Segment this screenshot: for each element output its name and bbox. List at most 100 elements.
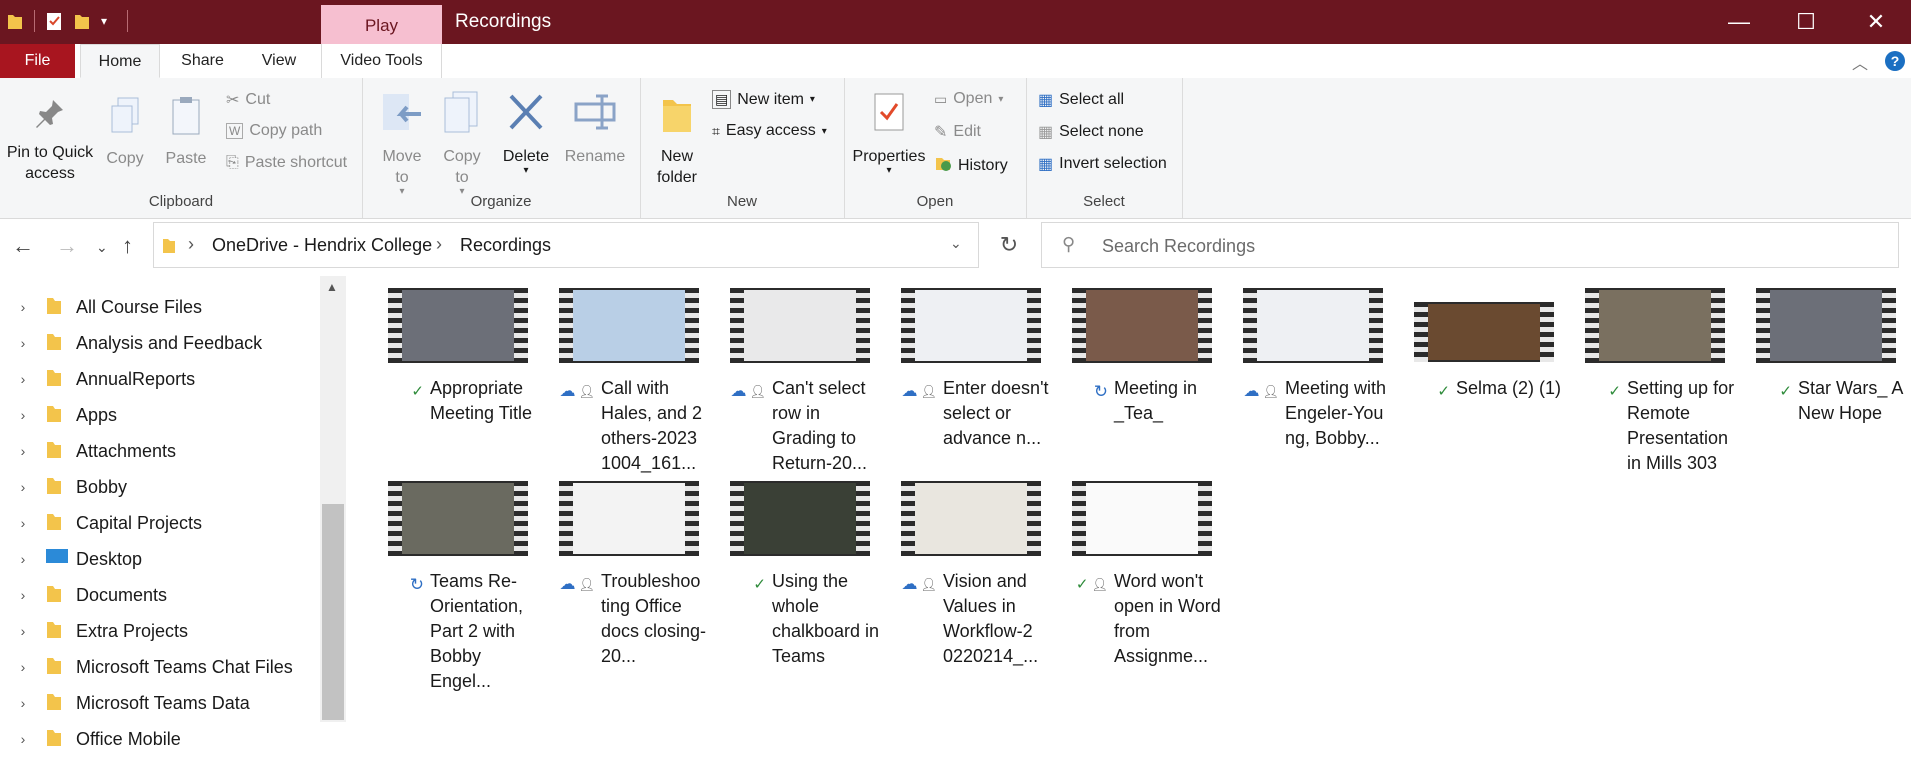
new-item-button[interactable]: ▤ New item ▾ — [712, 90, 815, 109]
invert-selection-button[interactable]: ▦ Invert selection — [1038, 154, 1167, 174]
nav-item[interactable]: › AnnualReports — [0, 361, 320, 397]
nav-item[interactable]: › Capital Projects — [0, 505, 320, 541]
nav-item[interactable]: › Analysis and Feedback — [0, 325, 320, 361]
open-button[interactable]: ▭ Open ▾ — [934, 90, 1003, 108]
file-tile[interactable]: ✓ Setting up for Remote Presentation in M… — [1571, 288, 1737, 473]
properties-check-icon[interactable] — [45, 11, 63, 31]
file-name: Selma (2) (1) — [1456, 378, 1562, 398]
tab-share[interactable]: Share — [170, 44, 235, 78]
file-tile[interactable]: ✓ Star Wars_ A New Hope — [1742, 288, 1908, 473]
paste-button[interactable]: Paste — [160, 96, 212, 169]
rename-button[interactable]: Rename — [562, 90, 628, 167]
nav-item[interactable]: › Desktop — [0, 541, 320, 577]
file-tile[interactable]: ☁ 👤︎ Meeting with Engeler-You ng, Bobby... — [1229, 288, 1395, 473]
expand-chevron-icon[interactable]: › — [0, 299, 46, 315]
expand-chevron-icon[interactable]: › — [0, 587, 46, 603]
video-frame — [1428, 304, 1540, 360]
status-icons: ✓ — [722, 569, 772, 669]
navigation-pane: › All Course Files › Analysis and Feedback ›… — [0, 276, 348, 749]
tab-video-tools[interactable]: Video Tools — [321, 44, 442, 78]
copy-button[interactable]: Copy — [100, 96, 150, 169]
customize-qat-icon[interactable]: ▾ — [101, 14, 107, 28]
expand-chevron-icon[interactable]: › — [0, 659, 46, 675]
tab-play-context[interactable]: Play — [321, 5, 442, 44]
breadcrumb-onedrive[interactable]: OneDrive - Hendrix College — [212, 235, 432, 256]
back-arrow-icon[interactable]: ← — [12, 233, 34, 259]
file-tile[interactable]: ✓ Selma (2) (1) — [1400, 288, 1566, 473]
expand-chevron-icon[interactable]: › — [0, 335, 46, 351]
forward-arrow-icon[interactable]: → — [56, 233, 78, 259]
file-tile[interactable]: ✓ 👤︎ Word won't open in Word from Assignme… — [1058, 481, 1224, 666]
file-tile[interactable]: ↻ Meeting in _Tea_ — [1058, 288, 1224, 473]
nav-item[interactable]: › Office Mobile — [0, 721, 320, 757]
file-label: ✓ Star Wars_ A New Hope — [1748, 376, 1908, 426]
video-thumbnail — [559, 288, 699, 363]
nav-item[interactable]: › Apps — [0, 397, 320, 433]
expand-chevron-icon[interactable]: › — [0, 731, 46, 747]
maximize-button[interactable]: ☐ — [1771, 0, 1841, 44]
expand-chevron-icon[interactable]: › — [0, 623, 46, 639]
collapse-ribbon-icon[interactable]: ︿ — [1852, 50, 1868, 74]
select-none-button[interactable]: ▦ Select none — [1038, 122, 1144, 142]
tab-file[interactable]: File — [0, 44, 75, 78]
copy-path-button[interactable]: W Copy path — [226, 122, 322, 140]
edit-button[interactable]: ✎ Edit — [934, 122, 981, 142]
file-tile[interactable]: ☁ 👤︎ Troubleshoo ting Office docs closing-… — [545, 481, 711, 666]
delete-button[interactable]: Delete ▾ — [496, 90, 556, 176]
easy-access-button[interactable]: ⌗ Easy access ▾ — [712, 122, 827, 140]
close-button[interactable]: ✕ — [1841, 0, 1911, 44]
refresh-icon[interactable]: ↻ — [986, 222, 1032, 268]
expand-chevron-icon[interactable]: › — [0, 515, 46, 531]
nav-scrollbar[interactable]: ▲ — [320, 276, 346, 722]
nav-item[interactable]: › All Course Files — [0, 289, 320, 325]
properties-button[interactable]: Properties ▾ — [852, 90, 926, 176]
nav-item[interactable]: › Bobby — [0, 469, 320, 505]
expand-chevron-icon[interactable]: › — [0, 695, 46, 711]
nav-item[interactable]: › Attachments — [0, 433, 320, 469]
search-input[interactable]: ⚲ Search Recordings — [1041, 222, 1899, 268]
expand-chevron-icon[interactable]: › — [0, 551, 46, 567]
status-icons: ↻ — [1064, 376, 1114, 426]
expand-chevron-icon[interactable]: › — [0, 479, 46, 495]
copy-to-button[interactable]: Copy to ▾ — [436, 90, 488, 197]
file-tile[interactable]: ☁ 👤︎ Vision and Values in Workflow-2 02202… — [887, 481, 1053, 666]
recent-locations-icon[interactable]: ⌄ — [96, 239, 108, 256]
nav-item[interactable]: › Microsoft Teams Data — [0, 685, 320, 721]
file-name: Using the whole chalkboard in Teams — [772, 571, 880, 666]
move-to-button[interactable]: Move to ▾ — [376, 90, 428, 197]
scrollbar-thumb[interactable] — [322, 504, 344, 720]
nav-item[interactable]: › Documents — [0, 577, 320, 613]
file-tile[interactable]: ☁ 👤︎ Call with Hales, and 2 others-2023 10… — [545, 288, 711, 473]
address-dropdown-icon[interactable]: ⌄ — [950, 235, 962, 252]
easy-access-label: Easy access — [725, 122, 816, 139]
shared-person-icon: 👤︎ — [749, 384, 766, 399]
breadcrumb-recordings[interactable]: Recordings — [460, 235, 551, 256]
pin-to-quick-access-button[interactable]: Pin to Quick access — [4, 96, 96, 184]
new-folder-button[interactable]: New folder — [652, 90, 702, 188]
clipboard-group-label: Clipboard — [148, 193, 214, 210]
tab-view[interactable]: View — [248, 44, 310, 78]
nav-item[interactable]: › Microsoft Teams Chat Files — [0, 649, 320, 685]
expand-chevron-icon[interactable]: › — [0, 443, 46, 459]
paste-shortcut-button[interactable]: ⎘ Paste shortcut — [226, 154, 347, 172]
minimize-button[interactable]: — — [1704, 0, 1774, 44]
file-tile[interactable]: ☁ 👤︎ Enter doesn't select or advance n... — [887, 288, 1053, 473]
expand-chevron-icon[interactable]: › — [0, 407, 46, 423]
scroll-up-icon[interactable]: ▲ — [326, 280, 338, 294]
file-tile[interactable]: ✓ Appropriate Meeting Title — [374, 288, 540, 473]
file-tile[interactable]: ☁ 👤︎ Can't select row in Grading to Return… — [716, 288, 882, 473]
cut-button[interactable]: ✂ Cut — [226, 90, 270, 110]
history-button[interactable]: History — [934, 154, 1008, 177]
file-tile[interactable]: ↻ Teams Re-Orientation, Part 2 with Bobby… — [374, 481, 540, 691]
help-icon[interactable]: ? — [1885, 51, 1905, 71]
new-item-label: New item — [737, 90, 804, 108]
expand-chevron-icon[interactable]: › — [0, 371, 46, 387]
shared-person-icon: 👤︎ — [920, 577, 937, 592]
file-tile[interactable]: ✓ Using the whole chalkboard in Teams — [716, 481, 882, 666]
tab-home[interactable]: Home — [80, 44, 160, 78]
up-arrow-icon[interactable]: ↑ — [122, 233, 133, 259]
address-bar[interactable]: › OneDrive - Hendrix College › Recording… — [153, 222, 979, 268]
select-all-button[interactable]: ▦ Select all — [1038, 90, 1124, 110]
new-folder-icon[interactable] — [73, 11, 91, 31]
nav-item[interactable]: › Extra Projects — [0, 613, 320, 649]
